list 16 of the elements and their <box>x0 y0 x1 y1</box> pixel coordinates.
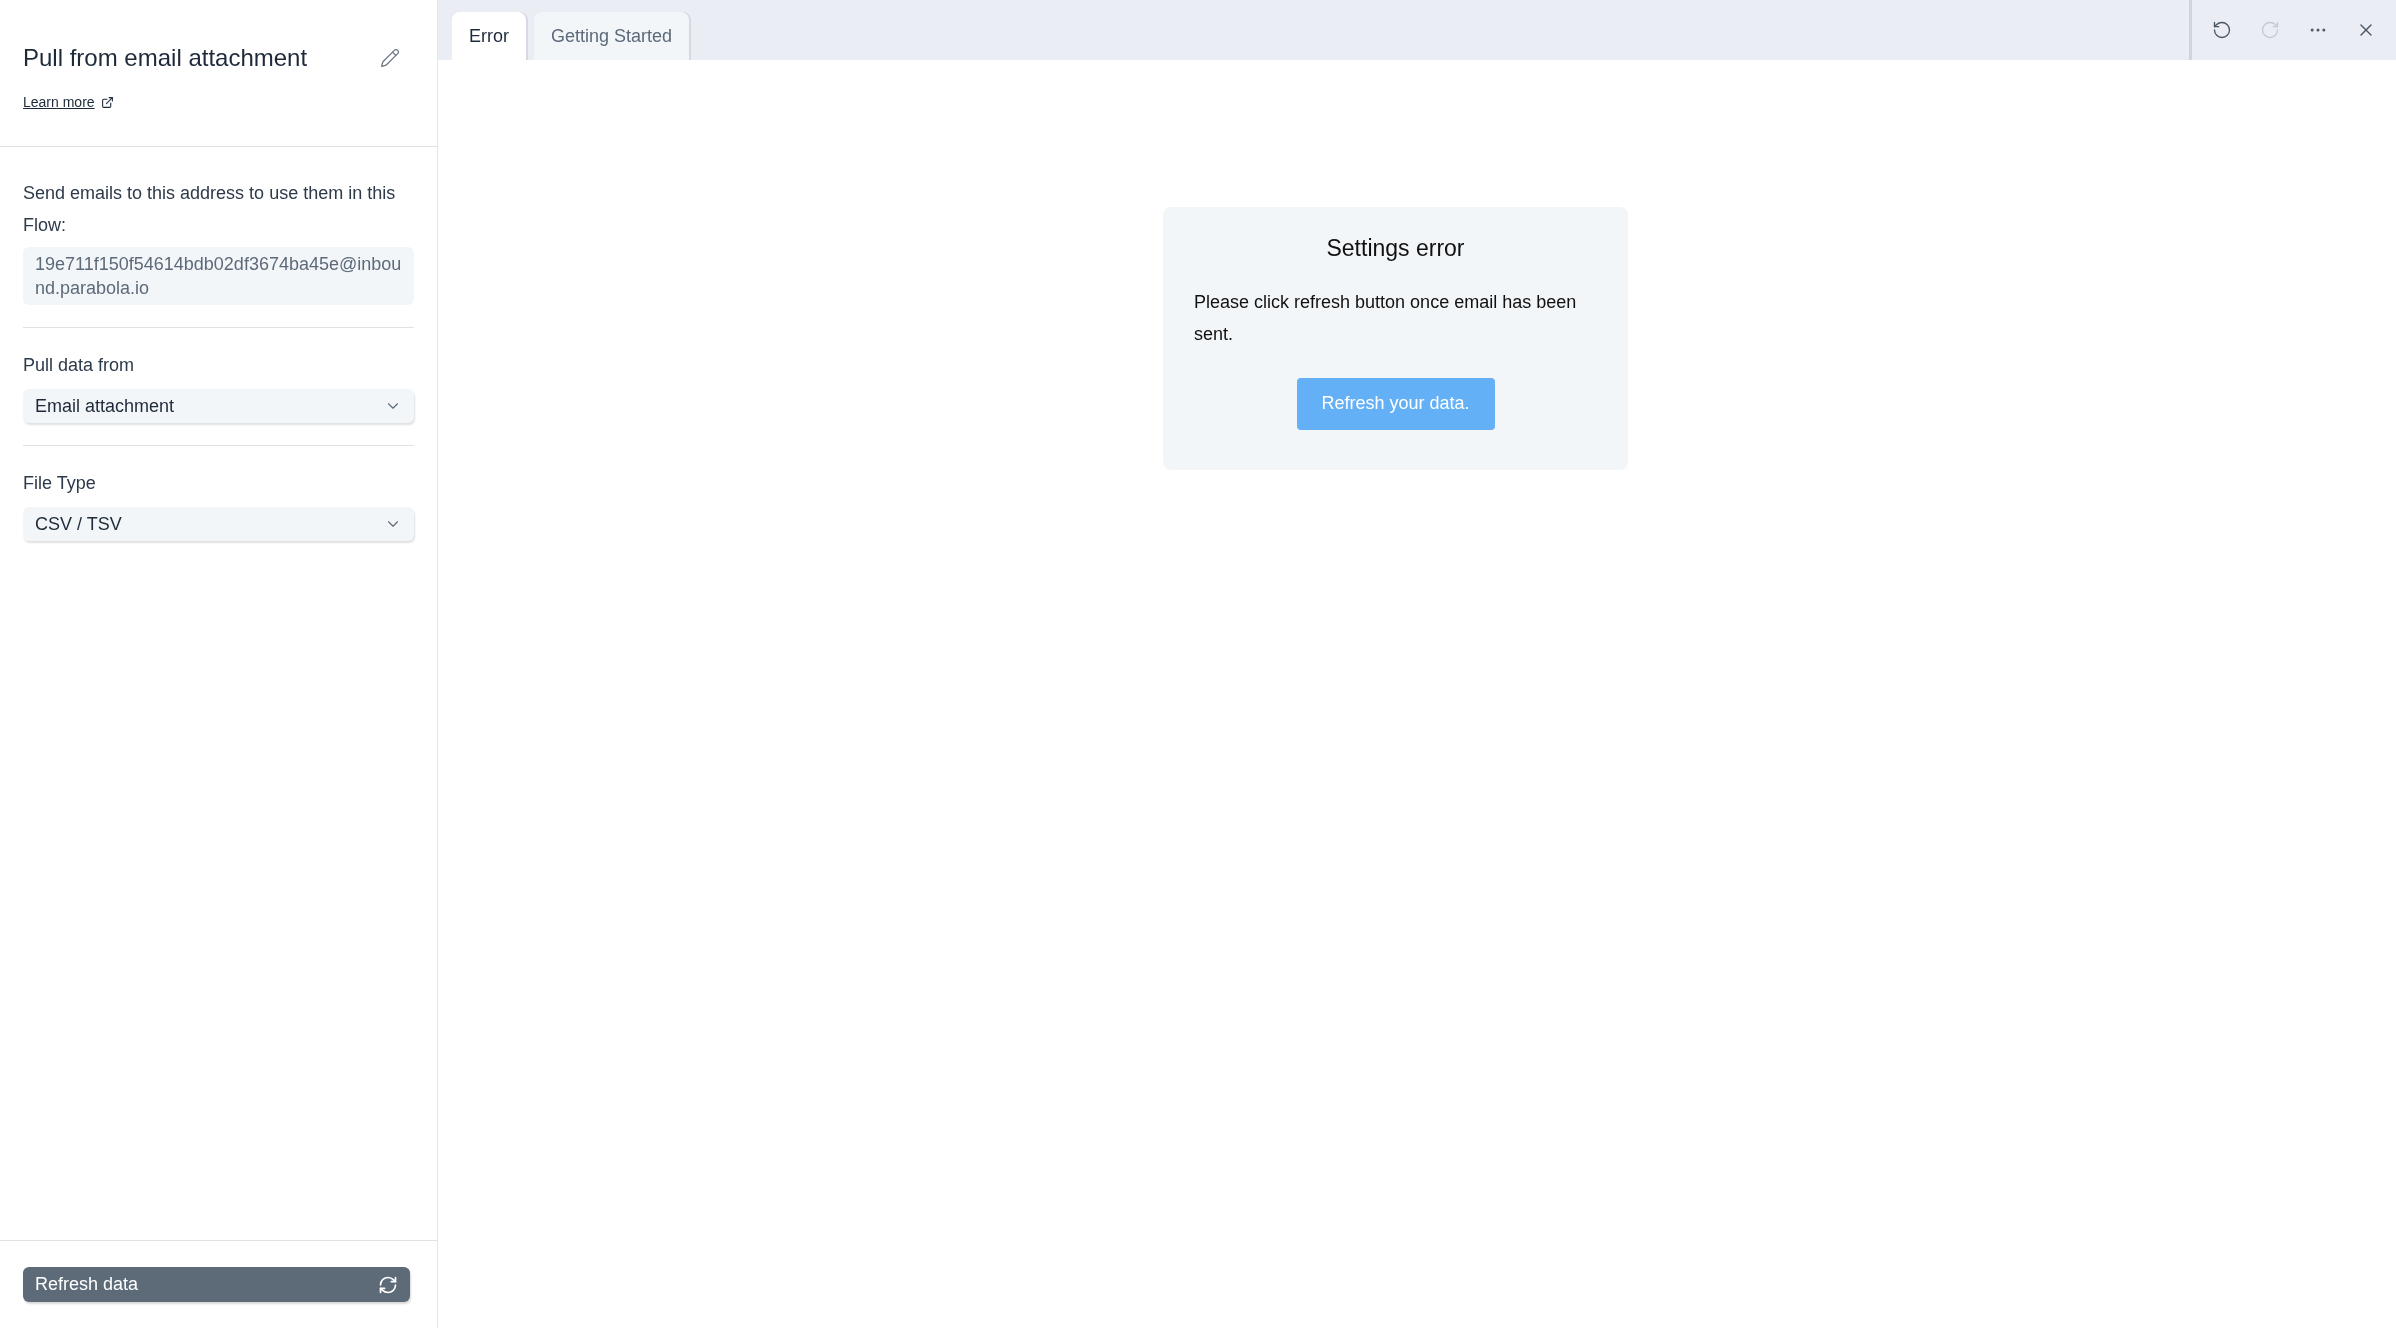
refresh-icon <box>378 1274 398 1295</box>
dropdown-select[interactable]: Email attachment <box>23 389 414 423</box>
error-message: Please click refresh button once email has been sent. <box>1194 290 1578 346</box>
external-link-icon <box>100 96 114 109</box>
tab[interactable]: Error <box>452 12 526 60</box>
edit-icon[interactable] <box>380 48 400 68</box>
tab[interactable]: Getting Started <box>534 12 690 60</box>
email-instructions: Send emails to this address to use them in this Flow: <box>23 182 397 237</box>
panel-title: Pull from email attachment <box>23 43 308 73</box>
refresh-data-button[interactable]: Refresh data <box>23 1267 410 1302</box>
learn-more-link[interactable]: Learn more <box>23 92 95 113</box>
field-label: Pull data from <box>23 354 136 377</box>
dropdown-select[interactable]: CSV / TSV <box>23 507 414 541</box>
email-address-field[interactable]: 19e711f150f54614bdb02df3674ba45e@inbound.parabola.io <box>23 247 414 305</box>
error-title: Settings error <box>1326 234 1465 263</box>
field-label: File Type <box>23 472 97 495</box>
